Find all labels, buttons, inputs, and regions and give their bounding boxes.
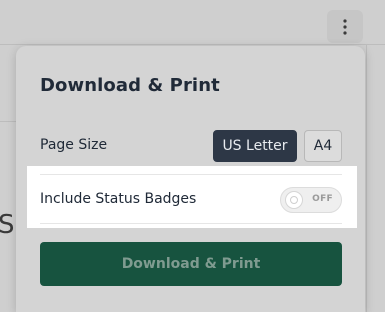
download-print-button[interactable]: Download & Print	[40, 242, 342, 286]
panel-divider	[366, 44, 367, 312]
header-divider	[0, 44, 385, 45]
page-size-us-letter-button[interactable]: US Letter	[213, 130, 297, 162]
status-badges-row: Include Status Badges OFF	[27, 166, 357, 228]
page-size-a4-button[interactable]: A4	[304, 130, 342, 162]
page-size-label: Page Size	[40, 137, 108, 153]
row-divider-top	[40, 174, 342, 175]
popover-title: Download & Print	[40, 75, 220, 96]
toggle-state-text: OFF	[312, 194, 333, 204]
row-divider-bottom	[40, 223, 342, 224]
status-badges-toggle[interactable]: OFF	[280, 187, 342, 213]
kebab-menu-icon	[343, 18, 347, 35]
kebab-menu-button[interactable]	[327, 10, 363, 43]
background-partial-text: S	[0, 210, 15, 240]
toggle-knob-icon	[285, 191, 303, 209]
status-badges-label: Include Status Badges	[40, 191, 197, 207]
